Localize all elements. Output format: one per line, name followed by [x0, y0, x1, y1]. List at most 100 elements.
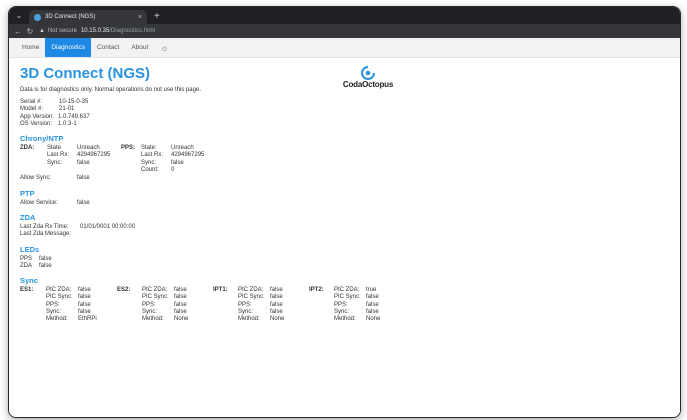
led-value: false — [39, 262, 52, 269]
not-secure-label: Not secure — [47, 28, 77, 34]
zda-section: Last Zda Rx Time: 01/01/0001 00:00:00 Las… — [20, 224, 669, 239]
sync-keys: PIC ZDA: PIC Sync: PPS: Sync: Method: — [238, 287, 270, 323]
sync-value: None — [174, 316, 189, 323]
nav-home[interactable]: Home — [16, 38, 45, 57]
sync-group-label: ES1: — [20, 287, 34, 294]
sync-key: PIC Sync: — [334, 294, 361, 301]
theme-toggle-icon[interactable]: ☼ — [154, 38, 174, 57]
chrony-value: false — [77, 159, 90, 166]
browser-tab[interactable]: 3D Connect (NGS) × — [29, 10, 147, 24]
reload-icon[interactable]: ↻ — [25, 27, 35, 36]
url-path: /Diagnostics.html — [109, 28, 156, 34]
tab-search-icon[interactable]: ⌄ — [9, 7, 29, 24]
allow-service-value: false — [77, 199, 90, 206]
chrony-value: 0 — [171, 167, 175, 174]
sync-value: false — [270, 287, 283, 294]
sync-key: PIC ZDA: — [238, 287, 264, 294]
sync-value: false — [78, 294, 91, 301]
chrony-key: State — [47, 145, 62, 152]
chrony-key: Sync: — [47, 159, 63, 166]
sync-key: Method: — [238, 316, 260, 323]
sync-value: false — [366, 294, 379, 301]
browser-window: ⌄ 3D Connect (NGS) × + ← ↻ ▲ Not secure … — [8, 6, 681, 418]
tab-strip: ⌄ 3D Connect (NGS) × + — [9, 7, 680, 24]
sync-value: true — [366, 287, 377, 294]
page-content: Home Diagnostics Contact About ☼ CodaOct… — [9, 38, 680, 417]
sync-value: false — [270, 301, 283, 308]
sync-group-label: IPT2: — [309, 287, 324, 294]
led-label: PPS — [20, 255, 33, 262]
chrony-value: false — [171, 159, 184, 166]
nav-contact[interactable]: Contact — [91, 38, 125, 57]
sync-key: PIC ZDA: — [334, 287, 360, 294]
leds-heading: LEDs — [20, 244, 40, 254]
zda-keys: State Last Rx: Sync: — [47, 145, 77, 174]
chrony-value: 4294967295 — [171, 152, 205, 159]
sync-group-label: IPT1: — [213, 287, 228, 294]
sync-key: Sync: — [142, 309, 158, 316]
new-tab-button[interactable]: + — [154, 9, 160, 24]
info-value: 1.0.749.637 — [58, 113, 90, 120]
sync-key: Sync: — [334, 309, 350, 316]
sync-value: false — [270, 309, 283, 316]
chrony-key: Count: — [141, 167, 159, 174]
sync-value: None — [270, 316, 285, 323]
info-value: 21-01 — [59, 106, 75, 113]
sync-key: Sync: — [46, 309, 62, 316]
nav-diagnostics[interactable]: Diagnostics — [45, 38, 91, 57]
info-value: 1.0.3-1 — [58, 120, 77, 127]
address-bar[interactable]: ▲ Not secure 10.15.0.35 /Diagnostics.htm… — [39, 26, 155, 37]
logo-mark-icon — [361, 66, 375, 80]
info-value: 10-15-0-35 — [59, 99, 89, 105]
ptp-heading: PTP — [20, 188, 35, 198]
sync-values: true false false false None — [366, 287, 405, 323]
sync-key: Sync: — [238, 309, 254, 316]
sync-group-label: ES2: — [117, 287, 131, 294]
sync-key: Method: — [46, 316, 68, 323]
info-label: OS Version: — [20, 120, 53, 127]
zda-rx-time-value: 01/01/0001 00:00:00 — [80, 223, 136, 230]
allow-service-row: Allow Service: false — [20, 200, 669, 207]
sync-key: PPS: — [46, 301, 60, 308]
sync-key: PIC ZDA: — [142, 287, 168, 294]
zda-values: Unreach 4294967295 false — [77, 145, 121, 174]
sync-values: false false false false None — [270, 287, 309, 323]
zda-label: ZDA: — [20, 145, 35, 152]
sync-key: Method: — [142, 316, 164, 323]
led-label: ZDA — [20, 262, 32, 269]
leds-section: PPS false ZDA false — [20, 256, 669, 271]
sync-key: Method: — [334, 316, 356, 323]
browser-toolbar: ← ↻ ▲ Not secure 10.15.0.35 /Diagnostics… — [9, 24, 680, 38]
led-value: false — [39, 255, 52, 262]
chrony-table: ZDA: State Last Rx: Sync: Unreach 429496… — [20, 145, 669, 174]
allow-sync-label: Allow Sync: — [20, 175, 52, 182]
tab-title: 3D Connect (NGS) — [45, 14, 96, 20]
chrony-heading: Chrony/NTP — [20, 134, 64, 144]
favicon-icon — [34, 13, 41, 21]
sync-table: ES1: PIC ZDA: PIC Sync: PPS: Sync: Method: fal… — [20, 287, 669, 323]
sync-value: false — [174, 301, 187, 308]
sync-keys: PIC ZDA: PIC Sync: PPS: Sync: Method: — [334, 287, 366, 323]
sync-key: PIC Sync: — [142, 294, 169, 301]
back-icon[interactable]: ← — [13, 27, 23, 36]
chrony-key: Last Rx: — [141, 152, 164, 159]
chrony-key: State: — [141, 145, 157, 152]
info-label: Serial #: — [20, 99, 43, 105]
sync-value: false — [366, 301, 379, 308]
sync-value: false — [270, 294, 283, 301]
sync-value: false — [78, 287, 91, 294]
pps-keys: State: Last Rx: Sync: Count: — [141, 145, 171, 174]
sync-heading: Sync — [20, 276, 38, 286]
sync-key: PIC Sync: — [46, 294, 73, 301]
pps-label: PPS: — [121, 145, 136, 152]
url-host: 10.15.0.35 — [80, 28, 110, 34]
sync-value: false — [78, 309, 91, 316]
close-tab-icon[interactable]: × — [138, 14, 142, 21]
zda-heading: ZDA — [20, 212, 36, 222]
nav-about[interactable]: About — [125, 38, 154, 57]
pps-values: Unreach 4294967295 false 0 — [171, 145, 204, 174]
sync-value: false — [174, 287, 187, 294]
allow-sync-value: false — [77, 175, 90, 182]
warning-icon[interactable]: ▲ — [39, 28, 45, 34]
sync-values: false false false false EthRPi — [78, 287, 117, 323]
